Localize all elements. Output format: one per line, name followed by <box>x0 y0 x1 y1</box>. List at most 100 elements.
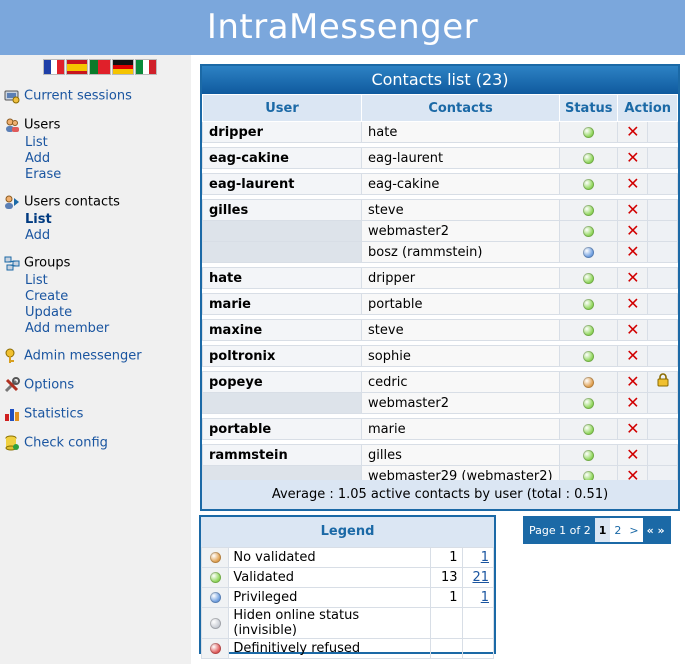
nav-current-sessions[interactable]: Current sessions <box>4 88 132 104</box>
status-cell <box>559 418 619 440</box>
table-row: webmaster2 ✕ <box>201 220 678 242</box>
nav-groups-update[interactable]: Update <box>25 305 72 320</box>
status-validated-icon <box>583 272 595 284</box>
legend-count: 1 <box>430 547 463 568</box>
french-flag-icon[interactable] <box>44 60 65 74</box>
table-row: dripper hate ✕ <box>201 121 678 143</box>
delete-icon[interactable]: ✕ <box>626 346 639 365</box>
delete-icon[interactable]: ✕ <box>626 320 639 339</box>
user-cell: dripper <box>201 121 363 143</box>
delete-icon[interactable]: ✕ <box>626 393 639 412</box>
pager-page-2[interactable]: 2 <box>610 518 625 542</box>
nav-options[interactable]: Options <box>4 377 74 393</box>
lock-cell <box>647 173 678 195</box>
delete-icon[interactable]: ✕ <box>626 174 639 193</box>
legend-label: Definitively refused <box>228 638 432 659</box>
header-user[interactable]: User <box>201 94 363 122</box>
contact-cell: eag-laurent <box>361 147 561 169</box>
delete-icon[interactable]: ✕ <box>626 122 639 141</box>
table-row: bosz (rammstein) ✕ <box>201 241 678 263</box>
delete-icon[interactable]: ✕ <box>626 200 639 219</box>
delete-icon[interactable]: ✕ <box>626 242 639 261</box>
contacts-table: User Contacts Status Action dripper hate ✕… <box>201 94 678 487</box>
action-cell: ✕ <box>617 147 649 169</box>
table-row: hate dripper ✕ <box>201 267 678 289</box>
table-row: eag-laurent eag-cakine ✕ <box>201 173 678 195</box>
nav-admin-messenger-label: Admin messenger <box>24 348 142 364</box>
nav-users-list[interactable]: List <box>25 135 48 150</box>
legend-link-cell <box>461 638 495 659</box>
status-validated-icon <box>583 225 595 237</box>
delete-icon[interactable]: ✕ <box>626 148 639 167</box>
nav-users-erase[interactable]: Erase <box>25 167 61 182</box>
contact-cell: dripper <box>361 267 561 289</box>
lock-cell <box>647 392 678 414</box>
user-cell-empty <box>201 241 363 263</box>
status-validated-icon <box>583 423 595 435</box>
pager-all[interactable]: « » <box>642 518 669 542</box>
nav-users-contacts-add[interactable]: Add <box>25 228 50 243</box>
action-cell: ✕ <box>617 220 649 242</box>
action-cell: ✕ <box>617 444 649 466</box>
delete-icon[interactable]: ✕ <box>626 419 639 438</box>
table-row: rammstein gilles ✕ <box>201 444 678 466</box>
legend-link-cell: 1 <box>461 587 495 608</box>
status-cell <box>559 371 619 393</box>
legend-icon-cell <box>200 607 230 639</box>
table-row: eag-cakine eag-laurent ✕ <box>201 147 678 169</box>
lock-icon[interactable] <box>656 373 670 387</box>
nav-groups-create[interactable]: Create <box>25 289 68 304</box>
legend-label: No validated <box>228 547 432 568</box>
legend-count-link[interactable]: 1 <box>481 550 489 565</box>
portuguese-flag-icon[interactable] <box>90 60 110 74</box>
user-cell: maxine <box>201 319 363 341</box>
legend-icon-cell <box>200 547 230 568</box>
user-cell: portable <box>201 418 363 440</box>
status-validated-icon <box>209 572 221 583</box>
table-row: poltronix sophie ✕ <box>201 345 678 367</box>
delete-icon[interactable]: ✕ <box>626 294 639 313</box>
contact-cell: webmaster2 <box>361 220 561 242</box>
contact-cell: cedric <box>361 371 561 393</box>
spanish-flag-icon[interactable] <box>67 60 87 74</box>
contacts-average: Average : 1.05 active contacts by user (… <box>202 480 678 509</box>
user-cell: poltronix <box>201 345 363 367</box>
action-cell: ✕ <box>617 371 649 393</box>
german-flag-icon[interactable] <box>113 60 133 75</box>
user-cell: rammstein <box>201 444 363 466</box>
nav-groups-list[interactable]: List <box>25 273 48 288</box>
contact-cell: sophie <box>361 345 561 367</box>
delete-icon[interactable]: ✕ <box>626 372 639 391</box>
user-cell: eag-cakine <box>201 147 363 169</box>
nav-users-contacts: Users contacts <box>4 194 120 210</box>
delete-icon[interactable]: ✕ <box>626 268 639 287</box>
legend-icon-cell <box>200 587 230 608</box>
nav-users-add[interactable]: Add <box>25 151 50 166</box>
legend-icon-cell <box>200 567 230 588</box>
delete-icon[interactable]: ✕ <box>626 221 639 240</box>
pager-page-1[interactable]: 1 <box>594 518 611 542</box>
italian-flag-icon[interactable] <box>136 60 157 74</box>
status-validated-icon <box>583 350 595 362</box>
nav-admin-messenger[interactable]: Admin messenger <box>4 348 142 364</box>
nav-groups-add-member[interactable]: Add member <box>25 321 109 336</box>
legend-count-link[interactable]: 21 <box>472 570 489 585</box>
action-cell: ✕ <box>617 319 649 341</box>
contact-cell: portable <box>361 293 561 315</box>
status-cell <box>559 173 619 195</box>
header-contacts[interactable]: Contacts <box>361 94 561 122</box>
status-cell <box>559 121 619 143</box>
legend-count-link[interactable]: 1 <box>481 590 489 605</box>
status-cell <box>559 345 619 367</box>
user-cell: hate <box>201 267 363 289</box>
delete-icon[interactable]: ✕ <box>626 445 639 464</box>
nav-statistics[interactable]: Statistics <box>4 406 83 422</box>
app-title: IntraMessenger <box>0 0 685 55</box>
table-row: marie portable ✕ <box>201 293 678 315</box>
nav-users-contacts-list[interactable]: List <box>25 212 52 227</box>
lock-cell <box>647 444 678 466</box>
lock-cell <box>647 220 678 242</box>
nav-check-config[interactable]: Check config <box>4 435 108 451</box>
pager-next[interactable]: > <box>625 518 642 542</box>
lock-cell <box>647 293 678 315</box>
